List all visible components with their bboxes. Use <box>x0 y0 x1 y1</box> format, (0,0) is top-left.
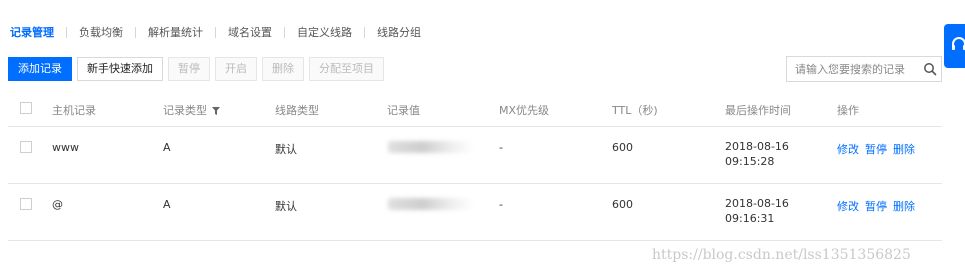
cell-actions: 修改 暂停 删除 <box>837 141 921 157</box>
enable-button[interactable]: 开启 <box>215 57 257 81</box>
search-box <box>786 56 942 82</box>
tab-load-balancing[interactable]: 负载均衡 <box>79 24 123 40</box>
search-icon[interactable] <box>923 62 937 76</box>
header-mx: MX优先级 <box>499 104 550 117</box>
redacted-value <box>388 198 474 210</box>
cell-last-op: 2018-08-16 09:15:28 <box>725 139 789 169</box>
header-actions: 操作 <box>837 104 859 117</box>
header-line: 线路类型 <box>275 104 319 117</box>
tab-domain-settings[interactable]: 域名设置 <box>228 24 272 40</box>
tab-line-groups[interactable]: 线路分组 <box>377 24 421 40</box>
pause-button[interactable]: 暂停 <box>168 57 210 81</box>
delete-link[interactable]: 删除 <box>893 143 915 156</box>
search-input[interactable] <box>787 58 921 80</box>
tab-record-management[interactable]: 记录管理 <box>10 24 54 40</box>
tab-resolution-stats[interactable]: 解析量统计 <box>148 24 203 40</box>
add-record-button[interactable]: 添加记录 <box>8 57 72 81</box>
redacted-value <box>388 141 474 153</box>
cell-ttl: 600 <box>612 141 633 154</box>
cell-host: www <box>52 141 79 154</box>
cell-host: @ <box>52 198 63 211</box>
cell-time: 09:15:28 <box>725 155 775 168</box>
row-checkbox[interactable] <box>20 198 32 210</box>
cell-date: 2018-08-16 <box>725 197 789 210</box>
edit-link[interactable]: 修改 <box>837 200 859 213</box>
table-row: www A 默认 - 600 2018-08-16 09:15:28 修改 暂停删… <box>8 127 942 184</box>
cell-date: 2018-08-16 <box>725 140 789 153</box>
cell-ttl: 600 <box>612 198 633 211</box>
tab-divider <box>135 26 136 38</box>
tab-custom-lines[interactable]: 自定义线路 <box>297 24 352 40</box>
row-checkbox[interactable] <box>20 141 32 153</box>
tab-divider <box>215 26 216 38</box>
assign-project-button[interactable]: 分配至项目 <box>309 57 384 81</box>
cell-mx: - <box>499 198 503 211</box>
delete-link[interactable]: 删除 <box>893 200 915 213</box>
cell-actions: 修改 暂停 删除 <box>837 198 921 214</box>
cell-type: A <box>163 198 171 211</box>
cell-last-op: 2018-08-16 09:16:31 <box>725 196 789 226</box>
filter-icon[interactable] <box>212 107 220 115</box>
delete-button[interactable]: 删除 <box>262 57 304 81</box>
table-row: @ A 默认 - 600 2018-08-16 09:16:31 修改 暂停 删除 <box>8 184 942 241</box>
tab-divider <box>66 26 67 38</box>
cell-mx: - <box>499 141 503 154</box>
cell-line: 默认 <box>275 200 297 213</box>
select-all-checkbox[interactable] <box>20 102 32 114</box>
pause-link[interactable]: 暂停 <box>865 143 887 156</box>
watermark: https://blog.csdn.net/lss1351356825 <box>652 247 911 263</box>
tab-divider <box>364 26 365 38</box>
headset-icon <box>952 37 965 50</box>
pause-link[interactable]: 暂停 <box>865 200 887 213</box>
support-widget[interactable] <box>944 24 965 68</box>
header-type-wrap: 记录类型 <box>163 102 220 118</box>
cell-time: 09:16:31 <box>725 212 775 225</box>
tab-divider <box>284 26 285 38</box>
quick-add-button[interactable]: 新手快速添加 <box>77 57 163 81</box>
table-header-row: 主机记录 记录类型 线路类型 记录值 MX优先级 TTL（秒) 最后操作时间 操… <box>8 90 942 127</box>
tab-bar: 记录管理 负载均衡 解析量统计 域名设置 自定义线路 线路分组 <box>10 24 421 40</box>
records-table: 主机记录 记录类型 线路类型 记录值 MX优先级 TTL（秒) 最后操作时间 操… <box>8 90 942 241</box>
header-ttl: TTL（秒) <box>612 104 658 117</box>
cell-type: A <box>163 141 171 154</box>
header-value: 记录值 <box>387 104 420 117</box>
toolbar: 添加记录 新手快速添加 暂停 开启 删除 分配至项目 <box>8 56 389 82</box>
header-host: 主机记录 <box>52 104 96 117</box>
cell-line: 默认 <box>275 143 297 156</box>
edit-link[interactable]: 修改 <box>837 143 859 156</box>
header-type: 记录类型 <box>163 104 207 117</box>
header-last-op: 最后操作时间 <box>725 104 791 117</box>
